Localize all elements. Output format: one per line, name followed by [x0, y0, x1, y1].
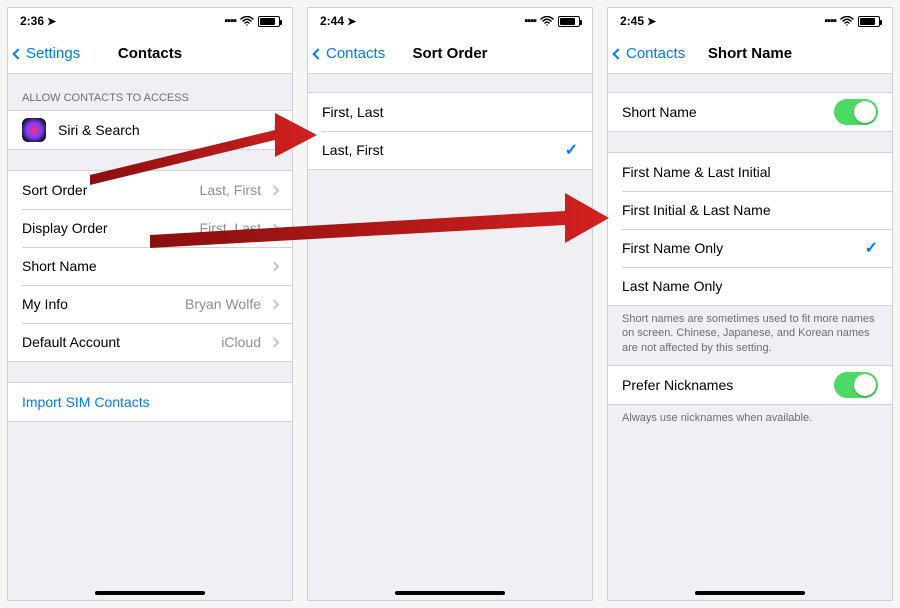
row-short-name[interactable]: Short Name — [8, 247, 292, 285]
screen-contacts-settings: 2:36 ➤ ▪▪▪▪ Settings Contacts ALLOW CONT… — [7, 7, 293, 601]
back-label: Contacts — [626, 45, 685, 62]
status-time: 2:44 — [320, 14, 344, 28]
battery-icon — [258, 16, 280, 27]
navbar: Contacts Short Name — [608, 34, 892, 74]
short-name-toggle[interactable] — [834, 99, 878, 125]
row-short-name-toggle[interactable]: Short Name — [608, 93, 892, 131]
my-info-value: Bryan Wolfe — [185, 296, 265, 312]
back-button[interactable]: Settings — [14, 45, 80, 62]
chevron-left-icon — [612, 48, 623, 59]
location-icon: ➤ — [347, 15, 356, 28]
navbar: Settings Contacts — [8, 34, 292, 74]
location-icon: ➤ — [47, 15, 56, 28]
row-my-info[interactable]: My Info Bryan Wolfe — [8, 285, 292, 323]
back-button[interactable]: Contacts — [614, 45, 685, 62]
home-indicator — [95, 591, 205, 595]
row-prefer-nicknames[interactable]: Prefer Nicknames — [608, 366, 892, 404]
import-sim-label: Import SIM Contacts — [22, 394, 150, 410]
location-icon: ➤ — [647, 15, 656, 28]
option-first-name-only[interactable]: First Name Only ✓ — [608, 229, 892, 267]
prefer-nicknames-toggle[interactable] — [834, 372, 878, 398]
navbar: Contacts Sort Order — [308, 34, 592, 74]
option-last-name-only[interactable]: Last Name Only — [608, 267, 892, 305]
section-header-access: ALLOW CONTACTS TO ACCESS — [8, 74, 292, 110]
back-label: Contacts — [326, 45, 385, 62]
option-first-last[interactable]: First, Last — [308, 93, 592, 131]
row-sort-order[interactable]: Sort Order Last, First — [8, 171, 292, 209]
chevron-left-icon — [312, 48, 323, 59]
back-button[interactable]: Contacts — [314, 45, 385, 62]
siri-label: Siri & Search — [58, 122, 140, 138]
wifi-icon — [840, 16, 854, 26]
chevron-right-icon — [270, 185, 280, 195]
chevron-right-icon — [270, 337, 280, 347]
short-name-footer: Short names are sometimes used to fit mo… — [608, 306, 892, 365]
row-siri-search[interactable]: Siri & Search — [8, 111, 292, 149]
checkmark-icon: ✓ — [565, 140, 578, 160]
status-bar: 2:36 ➤ ▪▪▪▪ — [8, 8, 292, 34]
chevron-right-icon — [270, 299, 280, 309]
home-indicator — [395, 591, 505, 595]
wifi-icon — [540, 16, 554, 26]
battery-icon — [558, 16, 580, 27]
screen-short-name: 2:45 ➤ ▪▪▪▪ Contacts Short Name Short Na… — [607, 7, 893, 601]
chevron-right-icon — [270, 223, 280, 233]
chevron-right-icon — [270, 261, 280, 271]
row-import-sim[interactable]: Import SIM Contacts — [8, 383, 292, 421]
battery-icon — [858, 16, 880, 27]
row-default-account[interactable]: Default Account iCloud — [8, 323, 292, 361]
option-last-first[interactable]: Last, First ✓ — [308, 131, 592, 169]
row-display-order[interactable]: Display Order First, Last — [8, 209, 292, 247]
cellular-icon: ▪▪▪▪ — [224, 15, 236, 27]
checkmark-icon: ✓ — [865, 238, 878, 258]
default-account-value: iCloud — [221, 334, 265, 350]
home-indicator — [695, 591, 805, 595]
chevron-left-icon — [12, 48, 23, 59]
display-order-value: First, Last — [200, 220, 265, 236]
option-first-initial-last[interactable]: First Initial & Last Name — [608, 191, 892, 229]
screen-sort-order: 2:44 ➤ ▪▪▪▪ Contacts Sort Order First, L… — [307, 7, 593, 601]
wifi-icon — [240, 16, 254, 26]
cellular-icon: ▪▪▪▪ — [824, 15, 836, 27]
option-first-last-initial[interactable]: First Name & Last Initial — [608, 153, 892, 191]
cellular-icon: ▪▪▪▪ — [524, 15, 536, 27]
status-bar: 2:45 ➤ ▪▪▪▪ — [608, 8, 892, 34]
sort-order-value: Last, First — [200, 182, 265, 198]
nicknames-footer: Always use nicknames when available. — [608, 405, 892, 435]
back-label: Settings — [26, 45, 80, 62]
chevron-right-icon — [270, 125, 280, 135]
status-bar: 2:44 ➤ ▪▪▪▪ — [308, 8, 592, 34]
siri-icon — [22, 118, 46, 142]
status-time: 2:45 — [620, 14, 644, 28]
status-time: 2:36 — [20, 14, 44, 28]
